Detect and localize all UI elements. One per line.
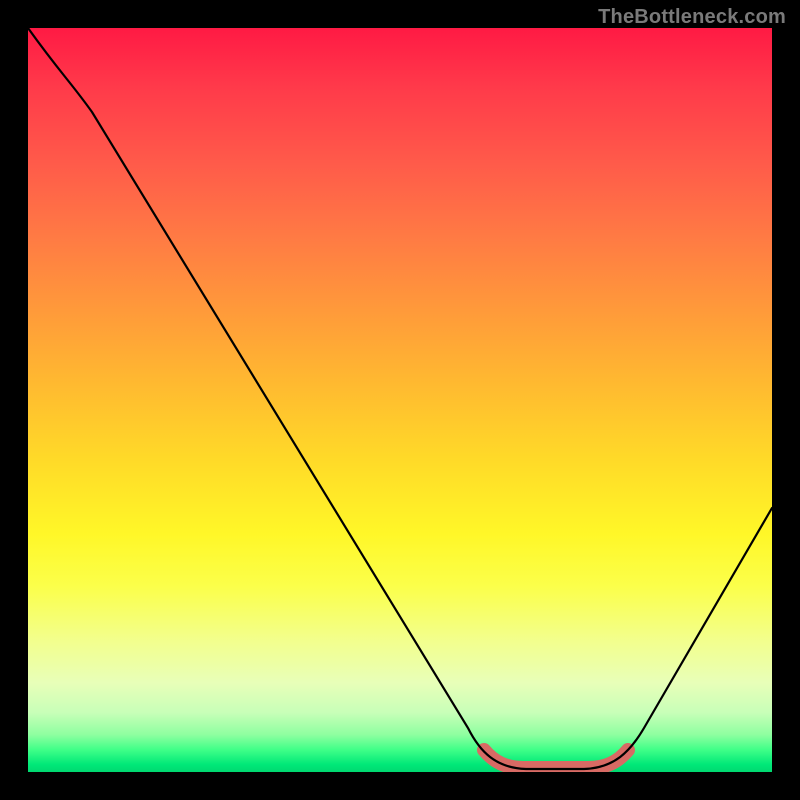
watermark-text: TheBottleneck.com bbox=[598, 6, 786, 29]
chart-plot-area bbox=[28, 28, 772, 772]
chart-frame bbox=[28, 28, 772, 772]
bottleneck-curve bbox=[28, 28, 772, 769]
